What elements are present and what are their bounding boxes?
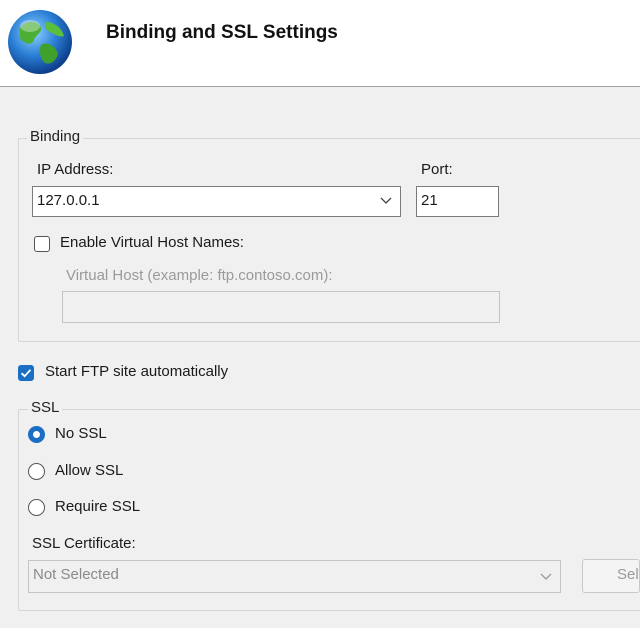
port-value: 21 bbox=[421, 192, 438, 209]
ssl-legend: SSL bbox=[28, 399, 63, 416]
allow-ssl-label: Allow SSL bbox=[55, 462, 124, 479]
binding-legend: Binding bbox=[27, 128, 84, 145]
virtual-host-input[interactable] bbox=[62, 291, 500, 323]
require-ssl-radio[interactable] bbox=[28, 499, 45, 516]
dialog-header: Binding and SSL Settings bbox=[0, 0, 640, 87]
port-label: Port: bbox=[421, 161, 453, 178]
start-ftp-automatically-label: Start FTP site automatically bbox=[45, 363, 229, 380]
no-ssl-label: No SSL bbox=[55, 425, 107, 442]
select-certificate-button[interactable]: Select... bbox=[582, 559, 640, 593]
ip-address-combobox[interactable]: 127.0.0.1 bbox=[32, 186, 401, 217]
allow-ssl-radio[interactable] bbox=[28, 463, 45, 480]
enable-virtual-host-checkbox[interactable] bbox=[34, 236, 50, 252]
ssl-certificate-label: SSL Certificate: bbox=[32, 535, 136, 552]
ssl-certificate-combobox[interactable]: Not Selected bbox=[28, 560, 561, 593]
ip-address-label: IP Address: bbox=[37, 161, 114, 178]
no-ssl-radio[interactable] bbox=[28, 426, 45, 443]
require-ssl-label: Require SSL bbox=[55, 498, 141, 515]
chevron-down-icon bbox=[380, 197, 392, 204]
checkmark-icon bbox=[20, 369, 32, 378]
chevron-down-icon bbox=[540, 573, 552, 580]
dialog-title: Binding and SSL Settings bbox=[106, 22, 338, 43]
enable-virtual-host-label: Enable Virtual Host Names: bbox=[60, 234, 244, 251]
select-certificate-button-label: Select... bbox=[617, 566, 639, 583]
globe-icon bbox=[8, 10, 72, 74]
start-ftp-automatically-checkbox[interactable] bbox=[18, 365, 34, 381]
ssl-certificate-value: Not Selected bbox=[33, 566, 119, 583]
virtual-host-label: Virtual Host (example: ftp.contoso.com): bbox=[66, 267, 333, 284]
port-input[interactable]: 21 bbox=[416, 186, 499, 217]
ip-address-value: 127.0.0.1 bbox=[37, 192, 100, 209]
